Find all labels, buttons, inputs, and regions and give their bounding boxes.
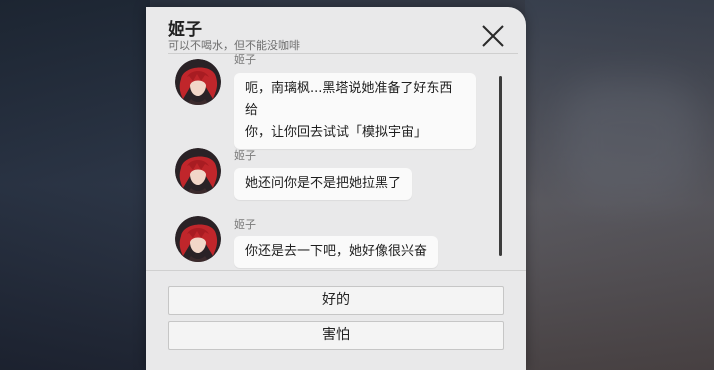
options-divider — [146, 270, 526, 271]
message-sender: 姬子 — [234, 149, 256, 162]
close-icon[interactable] — [480, 23, 506, 49]
message-text-line: 你，让你回去试试「模拟宇宙」 — [245, 125, 428, 140]
message-sender: 姬子 — [234, 218, 256, 231]
message-list[interactable]: 姬子 呃，南璃枫...黑塔说她准备了好东西给 你，让你回去试试「模拟宇宙」 姬子… — [146, 54, 526, 269]
background-left-area — [0, 0, 150, 370]
contact-signature: 可以不喝水，但不能没咖啡 — [168, 39, 300, 52]
avatar[interactable] — [175, 148, 221, 194]
message-bubble: 她还问你是不是把她拉黑了 — [234, 168, 413, 200]
message-bubble: 呃，南璃枫...黑塔说她准备了好东西给 你，让你回去试试「模拟宇宙」 — [234, 73, 476, 149]
scrollbar-thumb[interactable] — [499, 76, 502, 256]
dialog-header: 姬子 可以不喝水，但不能没咖啡 — [146, 7, 526, 53]
message-bubble: 你还是去一下吧，她好像很兴奋 — [234, 236, 439, 268]
avatar[interactable] — [175, 216, 221, 262]
reply-option-ok[interactable]: 好的 — [168, 286, 504, 315]
message-text-line: 她还问你是不是把她拉黑了 — [245, 176, 402, 191]
reply-option-scared[interactable]: 害怕 — [168, 321, 504, 350]
message-sender: 姬子 — [234, 54, 256, 66]
message-text-line: 你还是去一下吧，她好像很兴奋 — [245, 244, 428, 259]
background-blur-shape — [560, 80, 700, 200]
avatar[interactable] — [175, 59, 221, 105]
chat-dialog: 姬子 可以不喝水，但不能没咖啡 姬子 呃，南璃枫...黑塔说她准备了好东西给 你… — [146, 7, 526, 370]
message-text-line: 呃，南璃枫...黑塔说她准备了好东西给 — [245, 81, 453, 118]
